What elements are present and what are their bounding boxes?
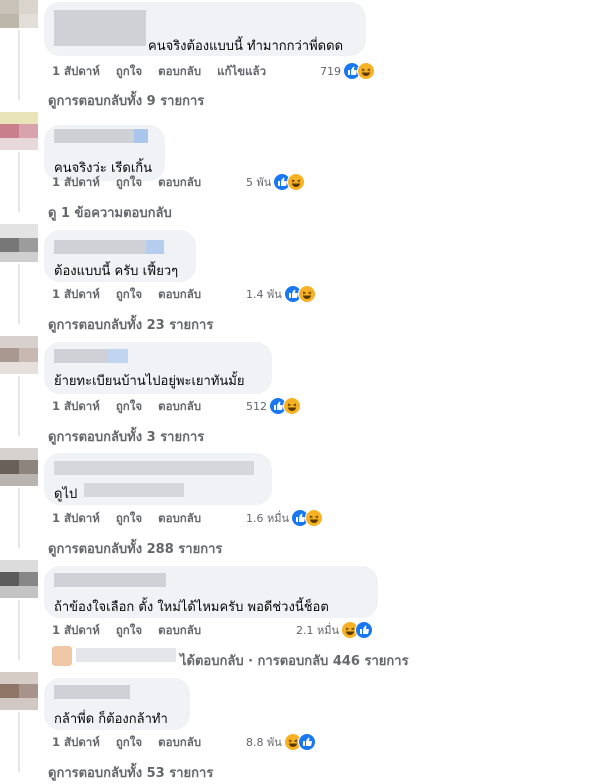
like-button[interactable]: ถูกใจ [116, 286, 142, 304]
like-button[interactable]: ถูกใจ [116, 622, 142, 640]
comment-7: กล้าพี่ด ก็ต้องกล้าทำ 1 สัปดาห์ ถูกใจ ตอ… [0, 672, 600, 784]
comment-6: ถ้าข้องใจเลือก ตั้ง ใหม่ได้ไหมครับ พอดีช… [0, 560, 600, 672]
comment-bubble: กล้าพี่ด ก็ต้องกล้าทำ [44, 678, 190, 730]
timestamp[interactable]: 1 สัปดาห์ [52, 622, 100, 640]
view-replies-link[interactable]: ดูการตอบกลับทั้ง 9 รายการ [48, 90, 204, 111]
reply-button[interactable]: ตอบกลับ [158, 734, 201, 752]
reply-button[interactable]: ตอบกลับ [158, 622, 201, 640]
thread-line [18, 600, 20, 660]
timestamp[interactable]: 1 สัปดาห์ [52, 734, 100, 752]
reaction-summary[interactable]: 5 พัน [246, 173, 306, 191]
like-icon [297, 733, 316, 751]
reply-button[interactable]: ตอบกลับ [158, 174, 201, 192]
avatar[interactable] [0, 0, 38, 28]
timestamp[interactable]: 1 สัปดาห์ [52, 174, 100, 192]
reply-button[interactable]: ตอบกลับ [158, 510, 201, 528]
comment-5: ดูไป 1 สัปดาห์ ถูกใจ ตอบกลับ 1.6 หมื่น ด… [0, 448, 600, 560]
reaction-summary[interactable]: 512 [246, 397, 301, 415]
view-replies-link[interactable]: ดู 1 ข้อความตอบกลับ [48, 202, 172, 223]
author-name[interactable] [54, 685, 130, 699]
comment-bubble: ต้องแบบนี้ ครับ เฟี้ยวๆ [44, 230, 196, 282]
reaction-count: 2.1 หมื่น [296, 624, 340, 637]
comment-actions: 1 สัปดาห์ ถูกใจ ตอบกลับ [52, 510, 217, 528]
reaction-count: 5 พัน [246, 176, 272, 189]
reply-avatar[interactable] [52, 646, 72, 666]
reply-button[interactable]: ตอบกลับ [158, 63, 201, 81]
thread-line [18, 264, 20, 324]
comment-1: คนจริงต้องแบบนี้ ทำมากกว่าพี่ดดด 1 สัปดา… [0, 0, 600, 112]
timestamp[interactable]: 1 สัปดาห์ [52, 63, 100, 81]
replier-name[interactable] [76, 648, 176, 662]
reaction-summary[interactable]: 2.1 หมื่น [296, 621, 374, 639]
comment-4: ย้ายทะเบียนบ้านไปอยู่พะเยาทันมั้ย 1 สัปด… [0, 336, 600, 448]
haha-icon [305, 509, 324, 527]
reaction-summary[interactable]: 719 [320, 62, 375, 80]
comment-bubble: คนจริงว่ะ เรีดเกิ้น [44, 125, 165, 181]
thread-line [18, 30, 20, 100]
comment-actions: 1 สัปดาห์ ถูกใจ ตอบกลับ [52, 174, 217, 192]
reaction-count: 719 [320, 64, 341, 78]
avatar[interactable] [0, 224, 38, 262]
haha-icon [357, 62, 375, 80]
reaction-summary[interactable]: 1.4 พัน [246, 285, 316, 303]
thread-line [18, 152, 20, 212]
comment-bubble: ดูไป [44, 453, 272, 505]
avatar[interactable] [0, 672, 38, 710]
like-button[interactable]: ถูกใจ [116, 63, 142, 81]
author-name[interactable] [54, 573, 166, 587]
author-name[interactable] [54, 129, 146, 143]
view-replies-link[interactable]: ได้ตอบกลับ · การตอบกลับ 446 รายการ [180, 650, 409, 671]
view-replies-link[interactable]: ดูการตอบกลับทั้ง 23 รายการ [48, 314, 213, 335]
avatar[interactable] [0, 112, 38, 150]
like-button[interactable]: ถูกใจ [116, 510, 142, 528]
like-icon [355, 621, 374, 639]
thread-line [18, 376, 20, 436]
edited-label: แก้ไขแล้ว [217, 64, 267, 78]
author-name[interactable] [54, 240, 146, 254]
comment-text: ต้องแบบนี้ ครับ เฟี้ยวๆ [54, 264, 179, 279]
timestamp[interactable]: 1 สัปดาห์ [52, 510, 100, 528]
avatar[interactable] [0, 448, 38, 486]
haha-icon [297, 285, 316, 303]
comment-actions: 1 สัปดาห์ ถูกใจ ตอบกลับ [52, 286, 217, 304]
like-button[interactable]: ถูกใจ [116, 734, 142, 752]
comment-bubble: ถ้าข้องใจเลือก ตั้ง ใหม่ได้ไหมครับ พอดีช… [44, 566, 378, 618]
reaction-summary[interactable]: 1.6 หมื่น [246, 509, 324, 527]
comment-actions: 1 สัปดาห์ ถูกใจ ตอบกลับ [52, 398, 217, 416]
comment-text: กล้าพี่ด ก็ต้องกล้าทำ [54, 712, 168, 727]
view-replies-link[interactable]: ดูการตอบกลับทั้ง 288 รายการ [48, 538, 222, 559]
comment-text: ดูไป [54, 487, 78, 502]
comment-3: ต้องแบบนี้ ครับ เฟี้ยวๆ 1 สัปดาห์ ถูกใจ … [0, 224, 600, 336]
view-replies-link[interactable]: ดูการตอบกลับทั้ง 53 รายการ [48, 762, 213, 783]
haha-icon [283, 397, 301, 415]
timestamp[interactable]: 1 สัปดาห์ [52, 398, 100, 416]
comment-bubble: ย้ายทะเบียนบ้านไปอยู่พะเยาทันมั้ย [44, 342, 272, 394]
author-name[interactable] [54, 461, 254, 475]
comment-text: ถ้าข้องใจเลือก ตั้ง ใหม่ได้ไหมครับ พอดีช… [54, 600, 329, 615]
comment-text: ย้ายทะเบียนบ้านไปอยู่พะเยาทันมั้ย [54, 374, 245, 389]
author-name[interactable] [54, 10, 146, 46]
reaction-summary[interactable]: 8.8 พัน [246, 733, 316, 751]
avatar[interactable] [0, 336, 38, 374]
like-button[interactable]: ถูกใจ [116, 398, 142, 416]
thread-line [18, 488, 20, 548]
reaction-count: 512 [246, 399, 267, 413]
thread-line [18, 712, 20, 772]
reply-button[interactable]: ตอบกลับ [158, 286, 201, 304]
avatar[interactable] [0, 560, 38, 598]
view-replies-link[interactable]: ดูการตอบกลับทั้ง 3 รายการ [48, 426, 204, 447]
reaction-count: 1.4 พัน [246, 288, 282, 301]
comment-actions: 1 สัปดาห์ ถูกใจ ตอบกลับ [52, 734, 217, 752]
comment-actions: 1 สัปดาห์ ถูกใจ ตอบกลับ [52, 622, 217, 640]
reaction-count: 1.6 หมื่น [246, 512, 290, 525]
comment-actions: 1 สัปดาห์ ถูกใจ ตอบกลับ แก้ไขแล้ว [52, 63, 282, 81]
timestamp[interactable]: 1 สัปดาห์ [52, 286, 100, 304]
reply-button[interactable]: ตอบกลับ [158, 398, 201, 416]
reaction-count: 8.8 พัน [246, 736, 282, 749]
comment-text: คนจริงต้องแบบนี้ ทำมากกว่าพี่ดดด [148, 39, 344, 54]
comment-2: คนจริงว่ะ เรีดเกิ้น 1 สัปดาห์ ถูกใจ ตอบก… [0, 112, 600, 224]
comment-bubble: คนจริงต้องแบบนี้ ทำมากกว่าพี่ดดด [44, 2, 366, 56]
like-button[interactable]: ถูกใจ [116, 174, 142, 192]
haha-icon [287, 173, 306, 191]
